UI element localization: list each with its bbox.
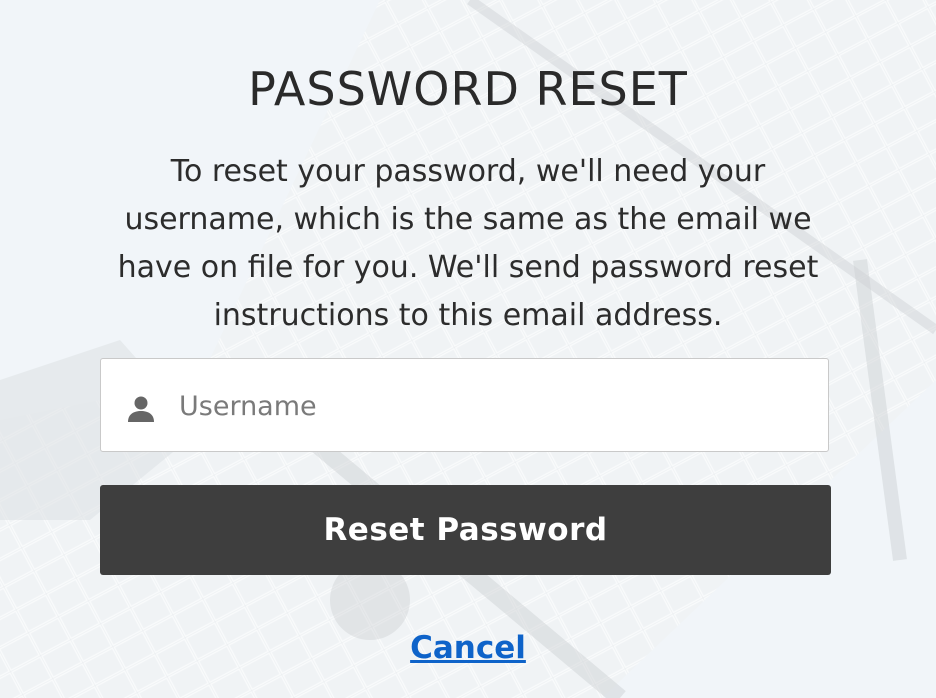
user-icon — [128, 396, 154, 422]
reset-password-button[interactable]: Reset Password — [100, 485, 831, 575]
cancel-link[interactable]: Cancel — [0, 630, 936, 666]
username-input[interactable] — [179, 381, 799, 431]
username-field[interactable] — [100, 358, 829, 452]
page-title: PASSWORD RESET — [248, 62, 688, 116]
instructions-text: To reset your password, we'll need your … — [117, 154, 819, 333]
password-reset-panel: PASSWORD RESET To reset your password, w… — [0, 0, 936, 698]
